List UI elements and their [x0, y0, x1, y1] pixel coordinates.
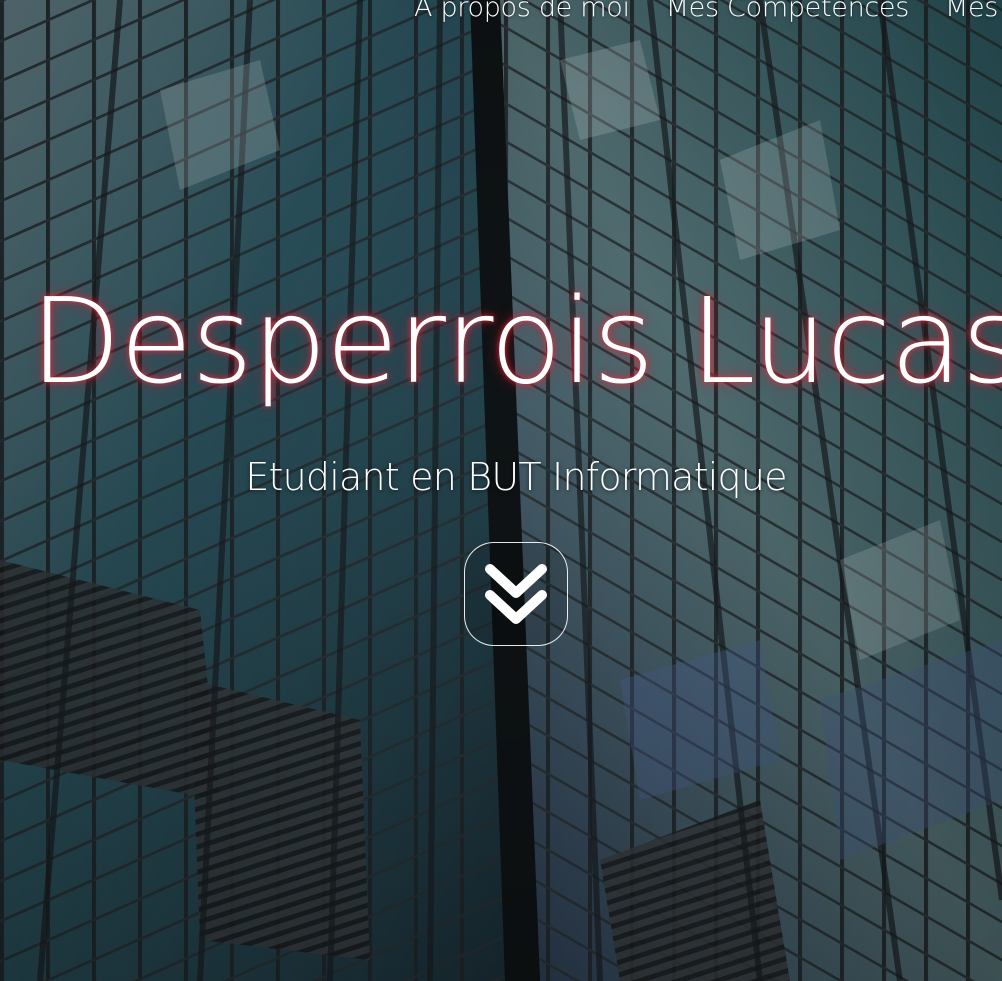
page-title: Desperrois Lucas: [30, 272, 1002, 410]
nav-link-skills[interactable]: Mes Compétences: [666, 0, 910, 23]
nav-link-about[interactable]: A propos de moi: [414, 0, 630, 23]
hero-section: A propos de moi Mes Compétences Mes Desp…: [0, 0, 1002, 981]
top-navigation: A propos de moi Mes Compétences Mes: [414, 0, 998, 23]
double-chevron-down-icon: [485, 564, 547, 624]
scroll-down-button[interactable]: [464, 542, 568, 646]
page-subtitle: Etudiant en BUT Informatique: [245, 455, 787, 499]
nav-link-more[interactable]: Mes: [945, 0, 998, 23]
